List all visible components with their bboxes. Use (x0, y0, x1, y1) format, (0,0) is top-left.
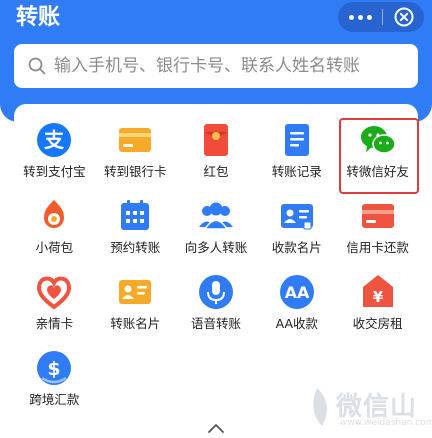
grid-item-label: 转微信好友 (346, 164, 409, 179)
grid-item-label: 亲情卡 (35, 316, 74, 331)
grid-item-bank-card[interactable]: 转到银行卡 (95, 114, 176, 184)
grid-item-aa-collect[interactable]: AA AA收款 (256, 266, 337, 336)
grid-item-label: 红包 (203, 164, 229, 179)
grid-item-voice-transfer[interactable]: 语音转账 (176, 266, 257, 336)
search-icon (28, 57, 46, 75)
aa-collect-icon: AA (277, 272, 317, 312)
chevron-up-icon (208, 424, 224, 433)
grid-item-label: 转账记录 (271, 164, 322, 179)
transfer-card-icon (115, 272, 155, 312)
grid-item-label: 转到银行卡 (103, 164, 167, 179)
alipay-icon: 支 (34, 120, 74, 160)
grid-item-label: 收交房租 (352, 316, 403, 331)
search-bar[interactable] (14, 44, 418, 88)
grid-item-red-envelope[interactable]: 红包 (176, 114, 257, 184)
grid-item-payment-card[interactable]: 收款名片 (256, 190, 337, 260)
close-button[interactable] (383, 2, 424, 32)
wechat-icon (358, 120, 398, 160)
family-card-icon (34, 272, 74, 312)
grid-item-label: 语音转账 (190, 316, 241, 331)
transfer-record-icon (277, 120, 317, 160)
more-dots-icon (348, 14, 354, 20)
grid-item-wechat-friend[interactable]: 转微信好友 (337, 114, 419, 194)
more-button[interactable] (338, 2, 382, 32)
svg-text:¥: ¥ (372, 288, 383, 306)
more-dots-icon (357, 14, 363, 20)
microphone-icon (196, 272, 236, 312)
credit-card-icon (358, 196, 398, 236)
grid-item-label: 跨境汇款 (29, 392, 80, 407)
close-circle-icon (394, 7, 413, 27)
page-title: 转账 (16, 5, 61, 30)
collapse-button[interactable] (206, 420, 226, 434)
search-input[interactable] (54, 56, 414, 76)
grid-item-label: 小荷包 (35, 240, 74, 255)
grid-item-scheduled-transfer[interactable]: 预约转账 (95, 190, 176, 260)
grid-item-label: 信用卡还款 (346, 240, 409, 255)
grid-item-rent[interactable]: ¥ 收交房租 (337, 266, 418, 336)
grid-item-credit-card-repay[interactable]: 信用卡还款 (337, 190, 418, 260)
payment-card-icon (277, 196, 317, 236)
svg-text:支: 支 (44, 128, 65, 152)
grid-item-label: 预约转账 (110, 240, 161, 255)
svg-text:AA: AA (284, 283, 309, 302)
more-dots-icon (366, 14, 372, 20)
grid-item-multi-transfer[interactable]: 向多人转账 (176, 190, 257, 260)
svg-text:$: $ (48, 358, 61, 380)
purse-icon (34, 196, 74, 236)
cross-border-remit-icon: $ (34, 348, 74, 388)
bank-card-icon (115, 120, 155, 160)
grid-item-transfer-record[interactable]: 转账记录 (256, 114, 337, 184)
grid-item-label: AA收款 (275, 316, 319, 331)
grid-item-family-card[interactable]: 亲情卡 (14, 266, 95, 336)
function-grid: 支 转到支付宝 转到银行卡 红包 转账记录 转微信好友 小荷包 预约转账 向多人… (14, 114, 419, 412)
rent-icon: ¥ (358, 272, 398, 312)
grid-item-label: 转到支付宝 (23, 164, 86, 179)
grid-item-alipay[interactable]: 支 转到支付宝 (14, 114, 95, 184)
calendar-icon (115, 196, 155, 236)
grid-item-label: 转账名片 (110, 316, 161, 331)
grid-item-label: 向多人转账 (184, 240, 248, 255)
grid-item-transfer-card[interactable]: 转账名片 (95, 266, 176, 336)
function-panel: 支 转到支付宝 转到银行卡 红包 转账记录 转微信好友 小荷包 预约转账 向多人… (14, 104, 419, 438)
group-icon (196, 196, 236, 236)
grid-item-purse[interactable]: 小荷包 (14, 190, 95, 260)
grid-item-label: 收款名片 (271, 240, 322, 255)
red-envelope-icon (196, 120, 236, 160)
mini-program-capsule (338, 2, 424, 32)
grid-item-cross-border[interactable]: $ 跨境汇款 (14, 342, 95, 412)
